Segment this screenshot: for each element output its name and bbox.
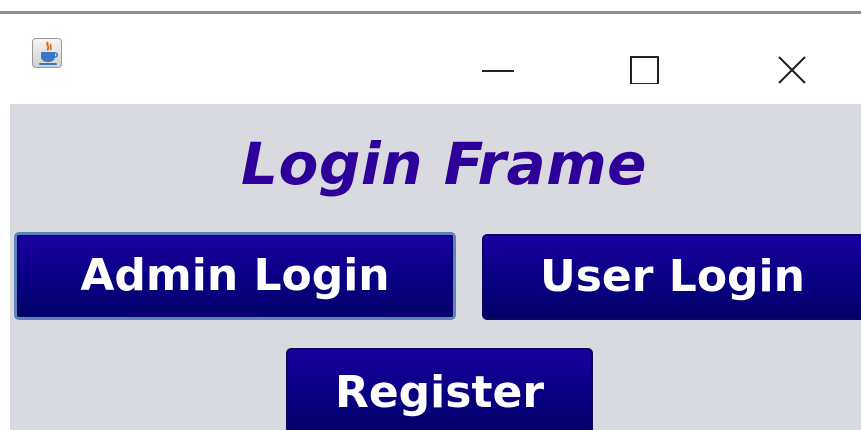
maximize-icon — [630, 56, 659, 84]
minimize-icon — [482, 70, 514, 72]
admin-login-button[interactable]: Admin Login — [14, 232, 456, 320]
login-window: Login Frame Admin Login User Login Regis… — [0, 0, 861, 430]
window-left-edge — [0, 104, 10, 430]
frame-content: Login Frame Admin Login User Login Regis… — [0, 104, 861, 430]
java-coffee-cup-icon[interactable] — [32, 38, 62, 68]
minimize-button[interactable] — [457, 24, 537, 84]
maximize-button[interactable] — [604, 24, 684, 84]
close-icon — [778, 56, 806, 84]
close-button[interactable] — [752, 24, 832, 84]
window-titlebar[interactable] — [0, 14, 861, 104]
register-button[interactable]: Register — [286, 348, 593, 430]
user-login-button[interactable]: User Login — [482, 234, 861, 320]
frame-title: Login Frame — [241, 130, 647, 198]
